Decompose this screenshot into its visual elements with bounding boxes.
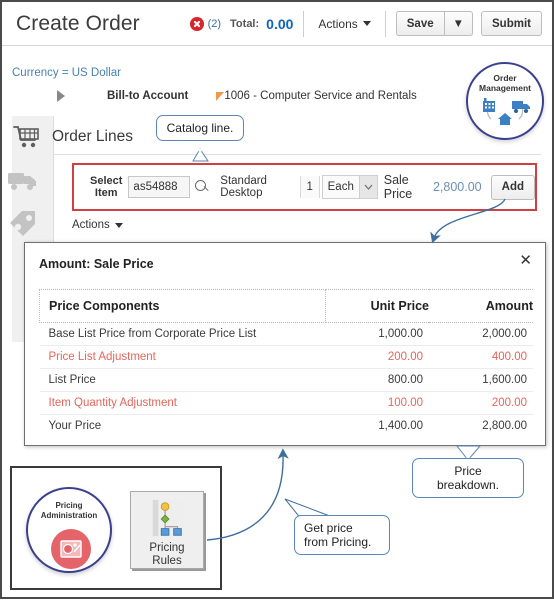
uom-value: Each <box>321 175 360 199</box>
error-count[interactable]: (2) <box>208 18 221 30</box>
order-lines-title: Order Lines <box>52 128 133 145</box>
chevron-down-icon <box>362 21 371 26</box>
item-description: Standard Desktop <box>220 175 267 199</box>
amount-sale-price-dialog: Amount: Sale Price ✕ Price Components Un… <box>24 242 546 446</box>
expand-triangle-icon[interactable] <box>57 90 65 102</box>
dialog-title: Amount: Sale Price <box>39 257 154 271</box>
sale-price-label: Sale Price <box>383 173 413 201</box>
om-badge-line1: Order <box>493 73 517 83</box>
quantity-input[interactable] <box>299 176 320 198</box>
error-circle-icon[interactable] <box>189 16 204 31</box>
truck-icon <box>512 101 530 113</box>
item-input[interactable] <box>128 176 191 198</box>
save-split-button: Save ▼ <box>395 11 474 36</box>
page-title: Create Order <box>16 11 140 35</box>
cell-price-component: List Price <box>39 368 325 392</box>
pricing-admin-line2: Administration <box>40 511 98 520</box>
callout-catalog-line: Catalog line. <box>156 115 244 141</box>
cell-unit-price: 1,000.00 <box>325 322 429 346</box>
order-lines-divider <box>54 154 541 155</box>
bill-to-account-label: Bill-to Account <box>107 90 189 102</box>
bill-to-account-row: Bill-to Account 1006 - Computer Service … <box>57 90 417 102</box>
save-button[interactable]: Save <box>395 11 444 36</box>
om-badge-icon-group <box>483 98 530 125</box>
order-lines-actions-label: Actions <box>72 219 110 231</box>
cell-amount: 200.00 <box>429 391 533 415</box>
actions-menu-button[interactable]: Actions <box>304 2 384 45</box>
table-row: List Price 800.00 1,600.00 <box>39 368 533 392</box>
cell-unit-price: 200.00 <box>325 345 429 369</box>
required-flag-icon <box>216 91 225 101</box>
home-icon <box>498 113 512 125</box>
order-lines-actions-menu[interactable]: Actions <box>72 219 123 231</box>
cell-unit-price: 100.00 <box>325 391 429 415</box>
pricing-rules-label: Pricing Rules <box>149 542 184 568</box>
cell-unit-price: 1,400.00 <box>378 420 423 432</box>
cell-price-component: Base List Price from Corporate Price Lis… <box>39 322 325 346</box>
cart-icon <box>13 126 39 148</box>
column-amount: Amount <box>429 289 533 323</box>
add-button[interactable]: Add <box>490 174 535 200</box>
save-dropdown-button[interactable]: ▼ <box>443 11 474 36</box>
error-summary[interactable]: (2) Total: 0.00 <box>189 15 304 32</box>
cell-price-component: Your Price <box>48 420 102 432</box>
table-row: Price List Adjustment 200.00 400.00 <box>39 345 533 369</box>
table-body: Base List Price from Corporate Price Lis… <box>39 322 534 438</box>
price-tag-icon[interactable] <box>6 206 40 240</box>
actions-menu-label: Actions <box>318 16 358 31</box>
header-divider-2 <box>384 10 386 37</box>
pricing-rules-line1: Pricing <box>149 542 185 554</box>
select-item-label: Select Item <box>90 175 122 199</box>
chevron-down-icon[interactable] <box>359 175 378 199</box>
cell-amount: 2,800.00 <box>482 420 527 432</box>
cell-amount: 1,600.00 <box>429 368 533 392</box>
chevron-down-icon <box>114 222 123 228</box>
table-row: Item Quantity Adjustment 100.00 200.00 <box>39 391 533 415</box>
catalog-line-row: Select Item Standard Desktop Each Sale P… <box>72 163 537 211</box>
pricing-administration-badge: Pricing Administration <box>26 487 112 573</box>
bill-to-account-value: 1006 - Computer Service and Rentals <box>224 90 417 102</box>
pricing-admin-icon <box>51 529 91 569</box>
uom-select[interactable]: Each <box>321 175 378 199</box>
factory-icon <box>483 98 495 112</box>
column-unit-price: Unit Price <box>325 289 429 323</box>
order-lines-header: Order Lines <box>12 124 133 150</box>
order-management-badge: Order Management <box>466 62 544 140</box>
pricing-rules-icon <box>152 499 184 537</box>
cell-unit-price: 800.00 <box>325 368 429 392</box>
app-header: Create Order (2) Total: 0.00 Actions Sav… <box>2 2 552 46</box>
price-components-table: Price Components Unit Price Amount Base … <box>39 289 533 437</box>
pricing-rules-line2: Rules <box>152 555 182 567</box>
table-row: Your Price 1,400.00 2,800.00 <box>40 415 534 438</box>
pricing-administration-box: Pricing Administration Pricing Rules <box>10 466 222 590</box>
magnifier-icon[interactable] <box>195 180 207 194</box>
cell-price-component: Price List Adjustment <box>39 345 325 369</box>
callout-get-price: Get price from Pricing. <box>294 515 390 555</box>
truck-icon[interactable] <box>6 164 40 198</box>
submit-button[interactable]: Submit <box>481 11 542 36</box>
header-right-group: (2) Total: 0.00 Actions Save ▼ Submit <box>189 2 552 45</box>
cell-amount: 2,000.00 <box>429 322 533 346</box>
close-icon[interactable]: ✕ <box>519 253 532 268</box>
currency-label: Currency = US Dollar <box>12 67 121 79</box>
pricing-admin-line1: Pricing <box>55 501 83 510</box>
column-price-components: Price Components <box>39 289 326 323</box>
table-row: Base List Price from Corporate Price Lis… <box>39 322 533 346</box>
total-label: Total: <box>230 17 260 30</box>
cell-price-component: Item Quantity Adjustment <box>39 391 325 415</box>
om-badge-line2: Management <box>479 83 531 93</box>
pricing-rules-tile[interactable]: Pricing Rules <box>130 491 204 569</box>
cell-amount: 400.00 <box>429 345 533 369</box>
select-item-label-line2: Item <box>94 187 118 199</box>
total-value: 0.00 <box>266 15 294 32</box>
sale-price-value[interactable]: 2,800.00 <box>433 180 482 194</box>
screenshot-root: Create Order (2) Total: 0.00 Actions Sav… <box>0 0 554 599</box>
callout-price-breakdown: Price breakdown. <box>412 458 524 498</box>
table-header-row: Price Components Unit Price Amount <box>39 289 533 323</box>
select-item-label-line1: Select <box>90 175 123 187</box>
